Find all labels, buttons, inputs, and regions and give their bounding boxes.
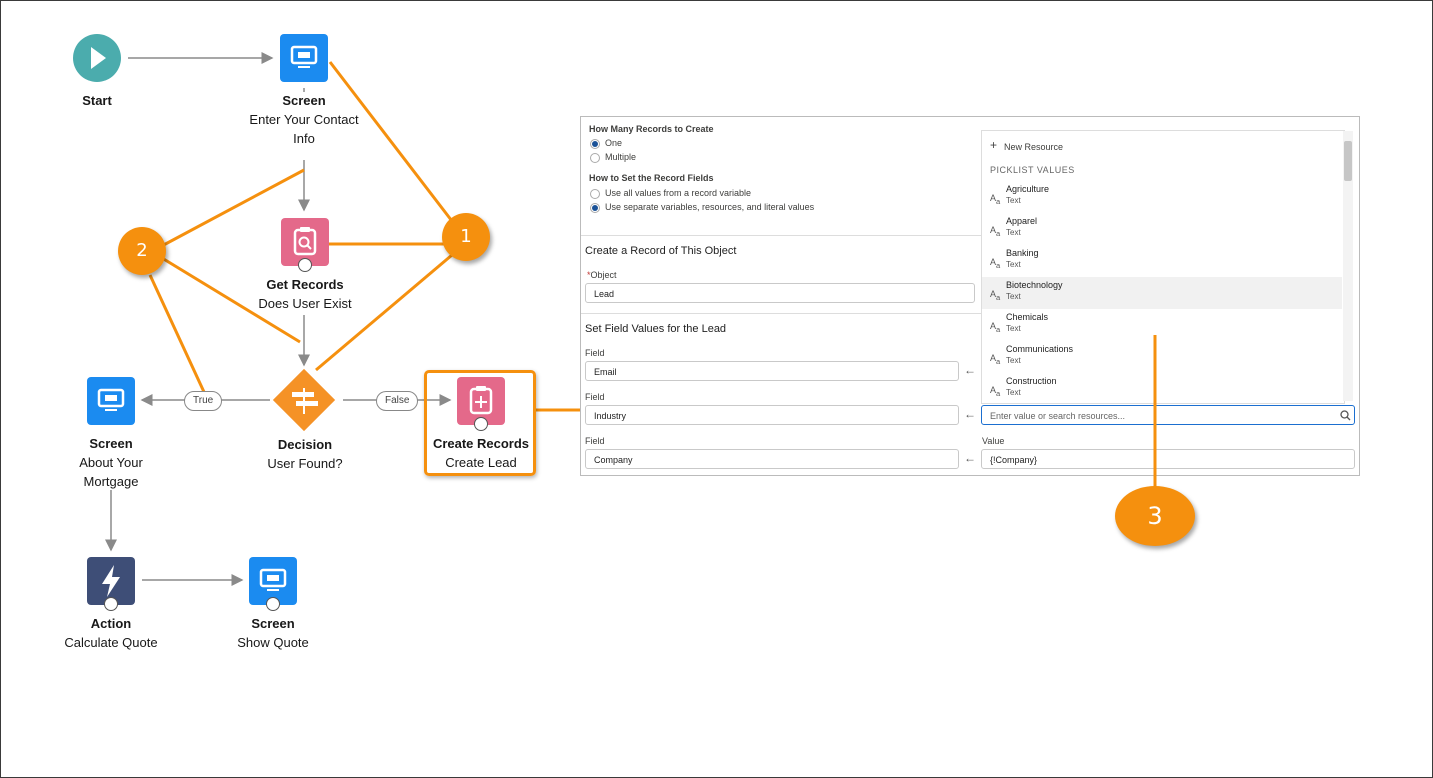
callout-badge-2: 2: [118, 227, 166, 275]
callout-badge-3: 3: [1115, 486, 1195, 546]
callout-overlay: [1153, 335, 1157, 490]
callout-badge-1: 1: [442, 213, 490, 261]
